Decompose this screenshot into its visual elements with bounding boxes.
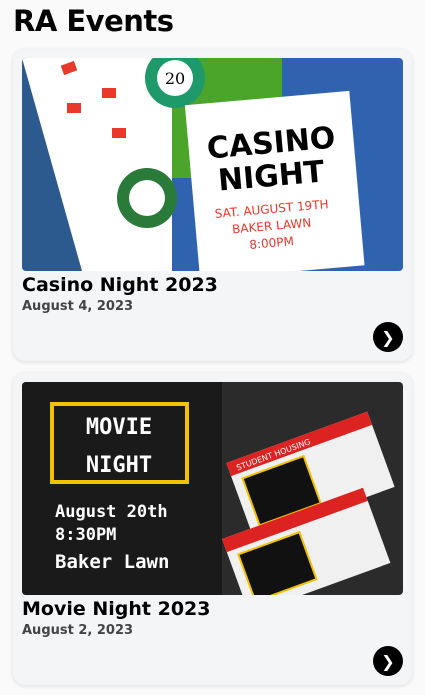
page-title: RA Events xyxy=(13,4,174,38)
chevron-right-icon: ❯ xyxy=(381,327,395,347)
event-title[interactable]: Movie Night 2023 xyxy=(22,598,210,620)
open-event-button[interactable]: ❯ xyxy=(373,322,403,352)
svg-text:Baker Lawn: Baker Lawn xyxy=(55,551,169,573)
chevron-right-icon: ❯ xyxy=(381,651,395,671)
event-image-casino-night: 20 CASINO NIGHT SAT. AUGUST 19TH BAKER L… xyxy=(22,58,403,271)
svg-text:20: 20 xyxy=(165,69,185,88)
event-title[interactable]: Casino Night 2023 xyxy=(22,274,218,296)
svg-text:NIGHT: NIGHT xyxy=(86,453,152,478)
open-event-button[interactable]: ❯ xyxy=(373,646,403,676)
event-date: August 2, 2023 xyxy=(22,623,134,638)
svg-text:8:30PM: 8:30PM xyxy=(55,525,116,545)
event-card-movie-night[interactable]: MOVIE NIGHT August 20th 8:30PM Baker Law… xyxy=(13,373,412,685)
svg-text:MOVIE: MOVIE xyxy=(86,415,152,440)
svg-text:August 20th: August 20th xyxy=(55,502,168,522)
event-card-casino-night[interactable]: 20 CASINO NIGHT SAT. AUGUST 19TH BAKER L… xyxy=(13,49,412,361)
event-date: August 4, 2023 xyxy=(22,299,134,314)
event-image-movie-night: MOVIE NIGHT August 20th 8:30PM Baker Law… xyxy=(22,382,403,595)
